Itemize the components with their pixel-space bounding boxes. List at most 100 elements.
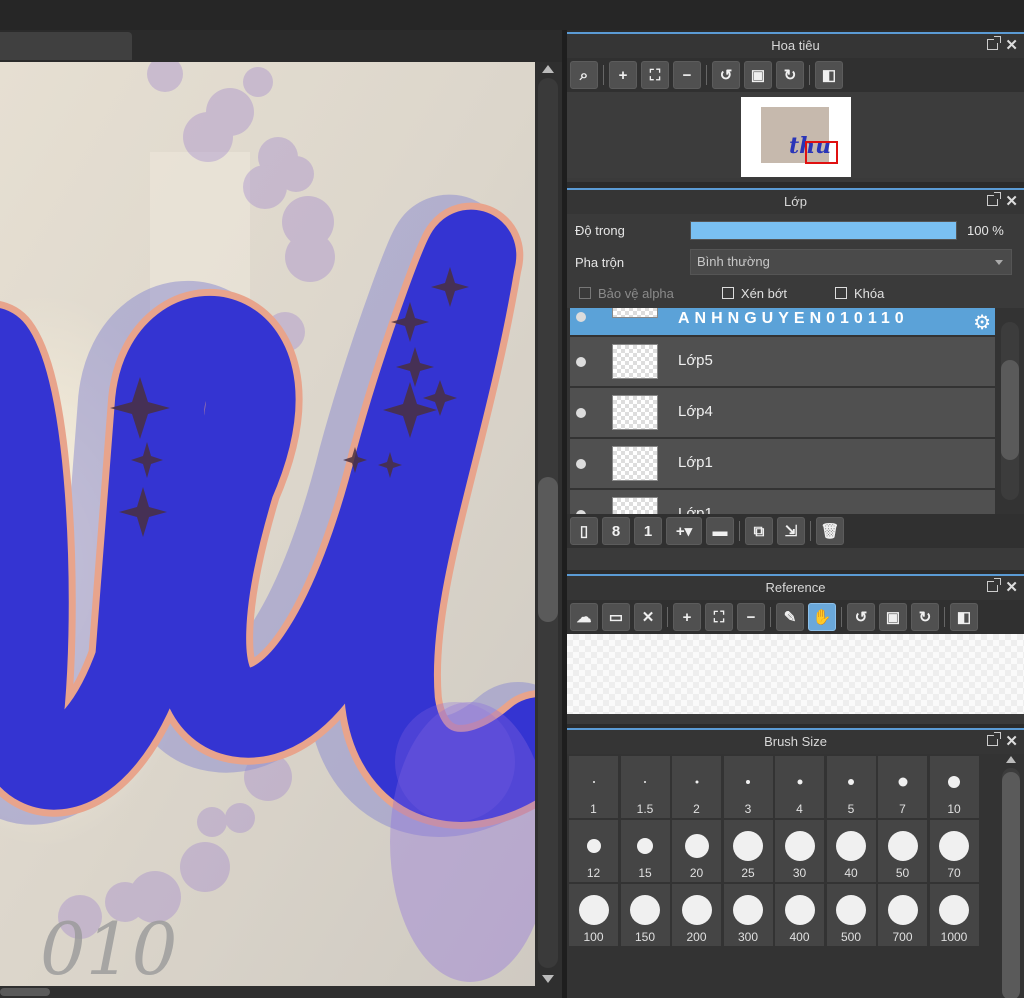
reset-view-icon[interactable]: ▣ <box>879 603 907 631</box>
brush-dot-icon <box>592 781 595 783</box>
brush-size-label: 10 <box>947 802 961 816</box>
opacity-slider[interactable] <box>690 220 957 240</box>
navigator-preview-area[interactable]: thu <box>567 92 1024 178</box>
brush-size-option[interactable]: 1 <box>569 756 618 818</box>
brush-size-label: 4 <box>796 802 803 816</box>
document-tab[interactable] <box>0 32 132 60</box>
new-folder-icon[interactable]: ▬ <box>706 517 734 545</box>
visibility-icon[interactable] <box>576 312 586 322</box>
fit-icon[interactable]: ⛶ <box>641 61 669 89</box>
layer-scroll-thumb[interactable] <box>1001 360 1019 460</box>
zoom-reset-icon[interactable]: ⌕ <box>570 61 598 89</box>
layer-item[interactable]: Lớp1 <box>570 439 995 489</box>
flip-icon[interactable]: ◧ <box>815 61 843 89</box>
brush-size-option[interactable]: 15 <box>620 820 670 882</box>
open-file-icon[interactable]: ▭ <box>602 603 630 631</box>
popout-icon[interactable] <box>987 192 1001 206</box>
brush-scroll-thumb[interactable] <box>1002 772 1020 998</box>
close-icon[interactable]: ✕ <box>1005 576 1018 600</box>
brush-size-option[interactable]: 30 <box>775 820 824 882</box>
layer-list[interactable]: ANHNGUYEN010110 ⚙ Lớp5 Lớp4 Lớp1 Lớp1 <box>567 308 1024 514</box>
navigator-thumbnail[interactable]: thu <box>741 97 851 177</box>
brush-size-label: 5 <box>847 802 855 816</box>
visibility-icon[interactable] <box>576 357 586 367</box>
new-color-layer-icon[interactable]: 8 <box>602 517 630 545</box>
visibility-icon[interactable] <box>576 459 586 469</box>
zoom-out-icon[interactable]: − <box>673 61 701 89</box>
scroll-up-icon[interactable] <box>1006 756 1016 763</box>
brush-size-option[interactable]: 2 <box>672 756 721 818</box>
brush-dot-icon <box>948 776 960 788</box>
reference-image-area[interactable] <box>567 634 1024 714</box>
blend-mode-select[interactable]: Bình thường <box>690 249 1012 275</box>
popout-icon[interactable] <box>987 36 1001 50</box>
delete-layer-icon[interactable]: 🗑 <box>816 517 844 545</box>
close-icon[interactable]: ✕ <box>1005 190 1018 214</box>
brush-size-option[interactable]: 200 <box>672 884 721 946</box>
brush-size-option[interactable]: 400 <box>775 884 824 946</box>
layer-item[interactable]: Lớp4 <box>570 388 995 438</box>
brush-dot-icon <box>898 777 907 787</box>
scroll-up-icon[interactable] <box>542 65 554 73</box>
zoom-in-icon[interactable]: + <box>609 61 637 89</box>
navigator-viewport-rect[interactable] <box>805 141 838 164</box>
brush-size-option[interactable]: 7 <box>878 756 927 818</box>
scroll-down-icon[interactable] <box>542 975 554 983</box>
eyedropper-icon[interactable]: ✎ <box>776 603 804 631</box>
visibility-icon[interactable] <box>576 408 586 418</box>
add-layer-dropdown-icon[interactable]: +▾ <box>666 517 702 545</box>
fit-icon[interactable]: ⛶ <box>705 603 733 631</box>
rotate-right-icon[interactable]: ↻ <box>776 61 804 89</box>
canvas-hscroll-thumb[interactable] <box>0 988 50 996</box>
brush-size-option[interactable]: 4 <box>775 756 824 818</box>
brush-size-option[interactable]: 150 <box>620 884 670 946</box>
rotate-right-icon[interactable]: ↻ <box>911 603 939 631</box>
close-icon[interactable]: ✕ <box>1005 730 1018 754</box>
canvas-horizontal-scrollbar[interactable] <box>0 986 562 998</box>
lock-checkbox[interactable]: Khóa <box>835 286 884 301</box>
new-layer-icon[interactable]: ▯ <box>570 517 598 545</box>
new-halftone-layer-icon[interactable]: 1 <box>634 517 662 545</box>
brush-size-option[interactable]: 5 <box>826 756 876 818</box>
rotate-left-icon[interactable]: ↺ <box>847 603 875 631</box>
brush-size-option[interactable]: 3 <box>723 756 773 818</box>
brush-size-option[interactable]: 12 <box>569 820 618 882</box>
zoom-out-icon[interactable]: − <box>737 603 765 631</box>
brush-size-scrollbar[interactable] <box>998 754 1024 998</box>
brush-size-panel: Brush Size ✕ 1 1.5 2 3 4 5 7 10 12 15 20 25 30 40 50 70… <box>567 728 1024 998</box>
brush-size-option[interactable]: 20 <box>672 820 721 882</box>
brush-size-option[interactable]: 40 <box>826 820 876 882</box>
brush-size-option[interactable]: 1.5 <box>620 756 670 818</box>
duplicate-layer-icon[interactable]: ⧉ <box>745 517 773 545</box>
rotate-left-icon[interactable]: ↺ <box>712 61 740 89</box>
layer-item[interactable]: Lớp1 <box>570 490 995 514</box>
zoom-in-icon[interactable]: + <box>673 603 701 631</box>
layer-item[interactable]: Lớp5 <box>570 337 995 387</box>
close-icon[interactable]: ✕ <box>634 603 662 631</box>
canvas-vertical-scrollbar[interactable] <box>535 62 562 986</box>
brush-size-option[interactable]: 25 <box>723 820 773 882</box>
brush-size-option[interactable]: 50 <box>878 820 927 882</box>
brush-size-option[interactable]: 1000 <box>929 884 979 946</box>
hand-icon[interactable]: ✋ <box>808 603 836 631</box>
popout-icon[interactable] <box>987 578 1001 592</box>
protect-alpha-checkbox[interactable]: Bảo vệ alpha <box>579 286 674 301</box>
brush-size-option[interactable]: 100 <box>569 884 618 946</box>
canvas-vscroll-thumb[interactable] <box>538 477 558 622</box>
brush-size-option[interactable]: 300 <box>723 884 773 946</box>
open-cloud-icon[interactable]: ☁ <box>570 603 598 631</box>
brush-size-option[interactable]: 70 <box>929 820 979 882</box>
drawing-canvas[interactable]: 010 <box>0 62 535 986</box>
layer-list-scrollbar[interactable] <box>999 308 1021 514</box>
brush-size-option[interactable]: 500 <box>826 884 876 946</box>
gear-icon[interactable]: ⚙ <box>973 310 991 335</box>
popout-icon[interactable] <box>987 732 1001 746</box>
flip-icon[interactable]: ◧ <box>950 603 978 631</box>
reset-view-icon[interactable]: ▣ <box>744 61 772 89</box>
layer-item[interactable]: ANHNGUYEN010110 ⚙ <box>570 308 995 336</box>
brush-size-option[interactable]: 700 <box>878 884 927 946</box>
clipping-checkbox[interactable]: Xén bớt <box>721 286 787 301</box>
brush-size-option[interactable]: 10 <box>929 756 979 818</box>
close-icon[interactable]: ✕ <box>1005 34 1018 58</box>
merge-down-icon[interactable]: ⇲ <box>777 517 805 545</box>
